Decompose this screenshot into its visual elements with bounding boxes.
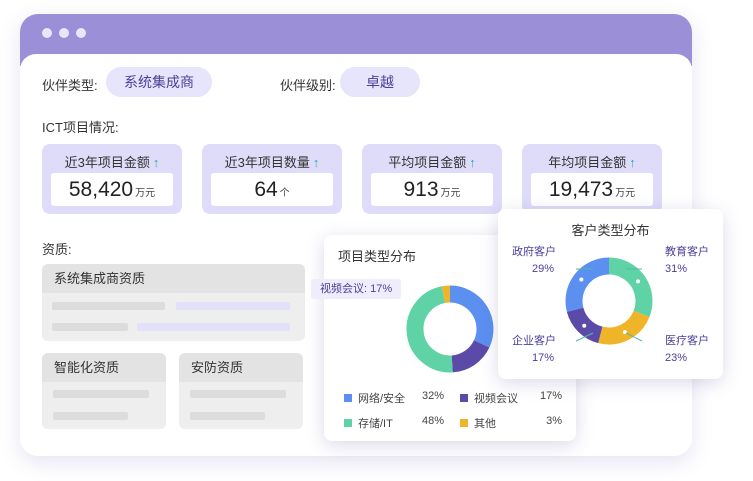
- callout-name: 企业客户: [512, 335, 556, 347]
- legend-item: 存储/IT: [344, 415, 393, 431]
- placeholder-bar: [137, 323, 290, 331]
- callout-name: 政府客户: [512, 246, 556, 258]
- stat-value: 19,473: [548, 178, 614, 201]
- legend-label: 其他: [474, 418, 496, 430]
- slice-network-security[interactable]: [449, 285, 494, 348]
- placeholder-bar: [52, 323, 128, 331]
- stat-card: 平均项目金额 ↑ 913 万元: [362, 144, 502, 214]
- callout-value: 29%: [532, 263, 555, 275]
- placeholder-bar: [190, 412, 265, 420]
- partner-level-label: 伙伴级别:: [280, 78, 336, 93]
- legend-item: 视频会议: [460, 390, 518, 406]
- legend-swatch-icon: [344, 419, 352, 427]
- stat-title: 平均项目金额: [388, 155, 467, 170]
- placeholder-bar: [176, 302, 290, 310]
- window-dot-icon[interactable]: [42, 28, 52, 38]
- legend-item: 网络/安全: [344, 390, 405, 406]
- callout-label: 医疗客户 23%: [665, 333, 709, 367]
- stat-unit: 万元: [440, 188, 461, 199]
- slice-government[interactable]: [565, 257, 610, 312]
- placeholder-bar: [52, 302, 165, 310]
- customer-type-chart-card: 客户类型分布 政府客户 29% 教育客户 31% 企业客户 17% 医疗客户 23%: [498, 209, 723, 379]
- legend-value: 48%: [421, 415, 444, 427]
- arrow-up-icon: ↑: [469, 155, 476, 170]
- callout-value: 17%: [532, 352, 555, 364]
- partner-type-label: 伙伴类型:: [42, 78, 98, 93]
- legend-swatch-icon: [344, 394, 352, 402]
- callout-value: 31%: [665, 263, 688, 275]
- slice-video-conference[interactable]: [451, 339, 490, 373]
- legend-swatch-icon: [460, 419, 468, 427]
- callout-label: 教育客户 31%: [665, 244, 709, 278]
- ict-section-label: ICT项目情况:: [42, 120, 119, 135]
- callout-value: 23%: [665, 352, 688, 364]
- stat-unit: 个: [279, 188, 290, 199]
- slice-other[interactable]: [441, 285, 451, 304]
- legend-value: 32%: [421, 390, 444, 402]
- stat-value: 58,420: [68, 178, 134, 201]
- stat-title: 近3年项目数量: [224, 155, 310, 170]
- arrow-up-icon: ↑: [629, 155, 636, 170]
- panel-title: 安防资质: [179, 353, 303, 382]
- window-dot-icon[interactable]: [59, 28, 69, 38]
- panel-title: 系统集成商资质: [42, 264, 305, 293]
- stat-card: 近3年项目金额 ↑ 58,420 万元: [42, 144, 182, 214]
- stat-value: 64: [254, 178, 278, 201]
- slice-storage-it[interactable]: [406, 286, 453, 373]
- arrow-up-icon: ↑: [312, 155, 320, 170]
- stat-card: 年均项目金额 ↑ 19,473 万元: [522, 144, 662, 214]
- legend-value: 3%: [546, 415, 562, 427]
- legend-swatch-icon: [460, 394, 468, 402]
- slice-marker: [635, 279, 640, 284]
- partner-level-value: 卓越: [340, 67, 420, 97]
- smart-qualification-panel: 智能化资质: [42, 353, 166, 429]
- stat-unit: 万元: [135, 188, 156, 199]
- chart-tooltip: 视频会议: 17%: [311, 279, 402, 299]
- legend-label: 存储/IT: [358, 418, 393, 430]
- stat-card: 近3年项目数量 ↑ 64 个: [202, 144, 342, 214]
- security-qualification-panel: 安防资质: [179, 353, 303, 429]
- system-qualification-panel: 系统集成商资质: [42, 264, 305, 341]
- legend-label: 视频会议: [474, 393, 518, 405]
- qualification-section-label: 资质:: [42, 242, 72, 257]
- legend-label: 网络/安全: [358, 393, 406, 405]
- partner-type-value: 系统集成商: [106, 67, 212, 97]
- stat-title: 近3年项目金额: [64, 155, 150, 170]
- callout-name: 医疗客户: [665, 335, 709, 347]
- callout-name: 教育客户: [665, 246, 709, 258]
- stat-unit: 万元: [615, 188, 636, 199]
- placeholder-bar: [53, 412, 128, 420]
- stat-title: 年均项目金额: [548, 155, 627, 170]
- callout-label: 政府客户 29%: [512, 244, 556, 278]
- window-dot-icon[interactable]: [76, 28, 86, 38]
- callout-label: 企业客户 17%: [512, 333, 556, 367]
- arrow-up-icon: ↑: [152, 155, 160, 170]
- slice-enterprise[interactable]: [566, 307, 603, 344]
- placeholder-bar: [190, 390, 286, 398]
- slice-education[interactable]: [608, 257, 653, 318]
- slice-medical[interactable]: [598, 310, 650, 345]
- placeholder-bar: [53, 390, 149, 398]
- slice-marker: [579, 277, 584, 282]
- panel-title: 智能化资质: [42, 353, 166, 382]
- stat-value: 913: [403, 178, 439, 201]
- slice-marker: [582, 323, 587, 328]
- legend-item: 其他: [460, 415, 496, 431]
- legend-value: 17%: [539, 390, 562, 402]
